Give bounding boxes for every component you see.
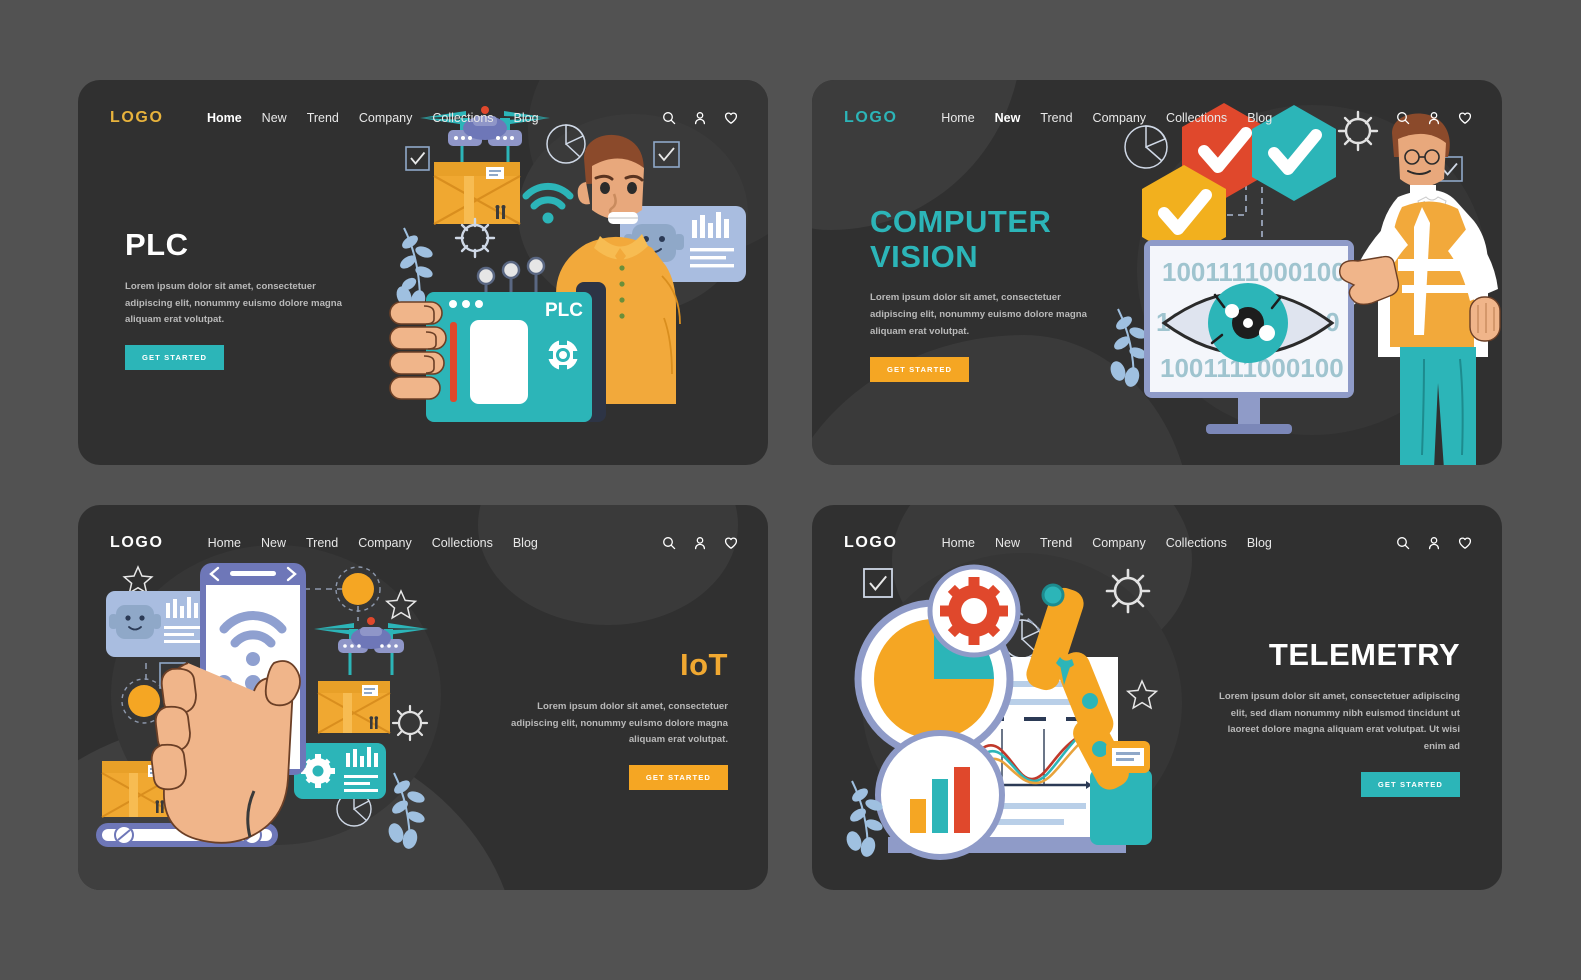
robot-info-card — [106, 591, 210, 657]
nav-icons — [1396, 111, 1472, 125]
hero-telemetry: TELEMETRY Lorem ipsum dolor sit amet, co… — [1210, 637, 1460, 797]
plc-device: PLC — [426, 282, 606, 422]
binary-row-1: 1001111000100 — [1162, 257, 1346, 287]
nav-link-home[interactable]: Home — [942, 536, 975, 550]
page-title-line-2: VISION — [870, 238, 979, 274]
hero-body: Lorem ipsum dolor sit amet, consectetuer… — [870, 292, 1087, 337]
nav-link-company[interactable]: Company — [1092, 536, 1146, 550]
hero-body: Lorem ipsum dolor sit amet, consectetuer… — [511, 700, 728, 746]
nav-link-blog[interactable]: Blog — [513, 536, 538, 550]
nav-link-trend[interactable]: Trend — [1040, 536, 1072, 550]
search-icon[interactable] — [1396, 111, 1410, 125]
nav-link-company[interactable]: Company — [1093, 111, 1147, 125]
page-title: TELEMETRY — [1268, 637, 1460, 672]
panel-computer-vision: LOGO Home New Trend Company Collections … — [812, 80, 1502, 465]
heart-icon[interactable] — [1458, 111, 1472, 125]
get-started-button[interactable]: GET STARTED — [628, 765, 728, 791]
nav-link-new[interactable]: New — [995, 111, 1021, 125]
heart-icon[interactable] — [724, 111, 738, 125]
nav-link-home[interactable]: Home — [941, 111, 974, 125]
package-box-icon-right — [317, 681, 391, 734]
nav-links: Home New Trend Company Collections Blog — [942, 536, 1272, 550]
search-icon[interactable] — [1396, 536, 1410, 550]
search-icon[interactable] — [662, 111, 676, 125]
get-started-button[interactable]: GET STARTED — [125, 345, 225, 371]
page-title: IoT — [680, 647, 728, 682]
nav-link-trend[interactable]: Trend — [307, 111, 339, 125]
heart-icon[interactable] — [724, 536, 738, 550]
plc-device-label: PLC — [545, 300, 583, 321]
nav-icons — [662, 536, 738, 550]
hero-body: Lorem ipsum dolor sit amet, consectetuer… — [125, 280, 342, 326]
logo[interactable]: LOGO — [110, 109, 164, 127]
get-started-button[interactable]: GET STARTED — [870, 356, 970, 382]
nav-link-company[interactable]: Company — [359, 111, 413, 125]
bar-chart-widget — [875, 730, 1005, 860]
nav-link-new[interactable]: New — [261, 536, 286, 550]
nav-links: Home New Trend Company Collections Blog — [207, 111, 539, 125]
nav-link-trend[interactable]: Trend — [306, 536, 338, 550]
page-title: COMPUTER VISION — [870, 204, 1100, 274]
nav-link-collections[interactable]: Collections — [1166, 536, 1227, 550]
package-box-icon — [433, 162, 521, 225]
plant-decor — [1110, 308, 1147, 387]
gear-info-card — [294, 743, 386, 799]
illustration-telemetry — [842, 553, 1192, 888]
panel-iot: LOGO Home New Trend Company Collections … — [78, 505, 768, 890]
user-icon[interactable] — [693, 111, 707, 125]
navbar: LOGO Home New Trend Company Collections … — [78, 80, 768, 156]
nav-link-new[interactable]: New — [995, 536, 1020, 550]
page-title: PLC — [125, 227, 189, 262]
user-icon[interactable] — [1427, 536, 1441, 550]
navbar: LOGO Home New Trend Company Collections … — [812, 80, 1502, 156]
hero-computer-vision: COMPUTER VISION Lorem ipsum dolor sit am… — [870, 204, 1100, 382]
illustration-iot — [96, 545, 446, 890]
nav-link-collections[interactable]: Collections — [432, 536, 493, 550]
nav-link-collections[interactable]: Collections — [432, 111, 493, 125]
hero-plc: PLC Lorem ipsum dolor sit amet, consecte… — [125, 227, 355, 371]
logo[interactable]: LOGO — [844, 534, 898, 552]
navbar: LOGO Home New Trend Company Collections … — [78, 505, 768, 581]
nav-link-collections[interactable]: Collections — [1166, 111, 1227, 125]
nav-link-blog[interactable]: Blog — [514, 111, 539, 125]
get-started-button[interactable]: GET STARTED — [1360, 771, 1460, 797]
nav-icons — [1396, 536, 1472, 550]
panel-plc: LOGO Home New Trend Company Collections … — [78, 80, 768, 465]
hero-iot: IoT Lorem ipsum dolor sit amet, consecte… — [498, 647, 728, 791]
hero-body: Lorem ipsum dolor sit amet, consectetuer… — [1219, 690, 1460, 753]
nav-link-home[interactable]: Home — [208, 536, 241, 550]
logo[interactable]: LOGO — [110, 534, 164, 552]
logo[interactable]: LOGO — [844, 109, 898, 127]
nav-icons — [662, 111, 738, 125]
nav-link-trend[interactable]: Trend — [1040, 111, 1072, 125]
navbar: LOGO Home New Trend Company Collections … — [812, 505, 1502, 581]
page-title-line-1: COMPUTER — [870, 204, 1052, 239]
heart-icon[interactable] — [1458, 536, 1472, 550]
screenshot-stage: LOGO Home New Trend Company Collections … — [0, 0, 1581, 980]
search-icon[interactable] — [662, 536, 676, 550]
nav-links: Home New Trend Company Collections Blog — [208, 536, 538, 550]
nav-link-new[interactable]: New — [262, 111, 287, 125]
user-icon[interactable] — [1427, 111, 1441, 125]
nav-links: Home New Trend Company Collections Blog — [941, 111, 1272, 125]
nav-link-blog[interactable]: Blog — [1247, 536, 1272, 550]
gear-icon — [454, 217, 496, 259]
nav-link-blog[interactable]: Blog — [1247, 111, 1272, 125]
nav-link-home[interactable]: Home — [207, 111, 242, 125]
user-icon[interactable] — [693, 536, 707, 550]
panel-telemetry: LOGO Home New Trend Company Collections … — [812, 505, 1502, 890]
nav-link-company[interactable]: Company — [358, 536, 412, 550]
